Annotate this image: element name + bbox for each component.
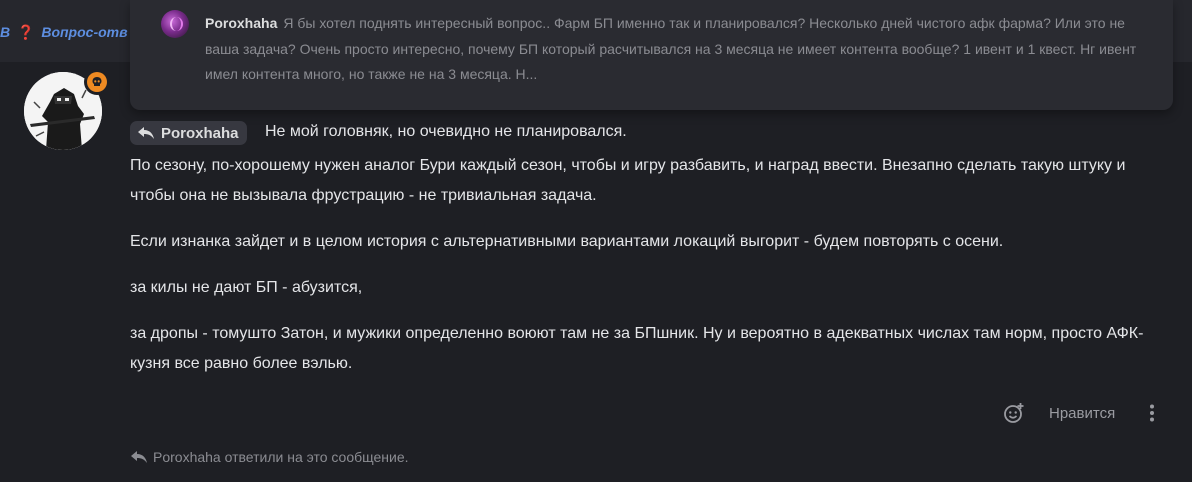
role-badge [84,69,110,95]
message-paragraph: По сезону, по-хорошему нужен аналог Бури… [130,157,1126,204]
message-actions: Нравится [1003,400,1163,426]
message-paragraph: Если изнанка зайдет и в целом история с … [130,233,1004,250]
quoted-message-preview[interactable]: Poroxhaha Я бы хотел поднять интересный в… [130,0,1173,110]
replies-notice[interactable]: Poroxhaha ответили на это сообщение. [130,449,409,465]
skull-icon [87,72,107,92]
like-button[interactable]: Нравится [1049,405,1115,422]
reply-arrow-icon [138,127,154,139]
breadcrumb-title: Вопрос-отв [41,24,128,40]
reply-reference[interactable]: Poroxhaha [130,121,247,145]
quoted-author-avatar[interactable] [161,10,189,38]
question-mark-icon: ❓ [17,24,35,40]
message-body: По сезону, по-хорошему нужен аналог Бури… [130,151,1170,395]
message-paragraph: за килы не дают БП - абузится, [130,279,363,296]
quoted-author-name[interactable]: Poroxhaha [205,15,277,31]
add-reaction-icon[interactable] [1003,402,1025,424]
quoted-message-text: Poroxhaha Я бы хотел поднять интересный в… [205,11,1155,88]
reply-arrow-icon [131,451,147,463]
quoted-message-body: Я бы хотел поднять интересный вопрос.. Ф… [205,15,1137,82]
message-paragraph: за дропы - томушто Затон, и мужики опред… [130,325,1144,372]
breadcrumb[interactable]: В ❓ Вопрос-отв [0,24,128,41]
more-vertical-icon[interactable] [1141,402,1163,424]
reply-reference-author: Poroxhaha [161,124,239,142]
replies-notice-text: Poroxhaha ответили на это сообщение. [153,449,409,465]
message-first-line: Не мой головняк, но очевидно не планиров… [265,123,627,140]
breadcrumb-prefix: В [0,24,11,40]
